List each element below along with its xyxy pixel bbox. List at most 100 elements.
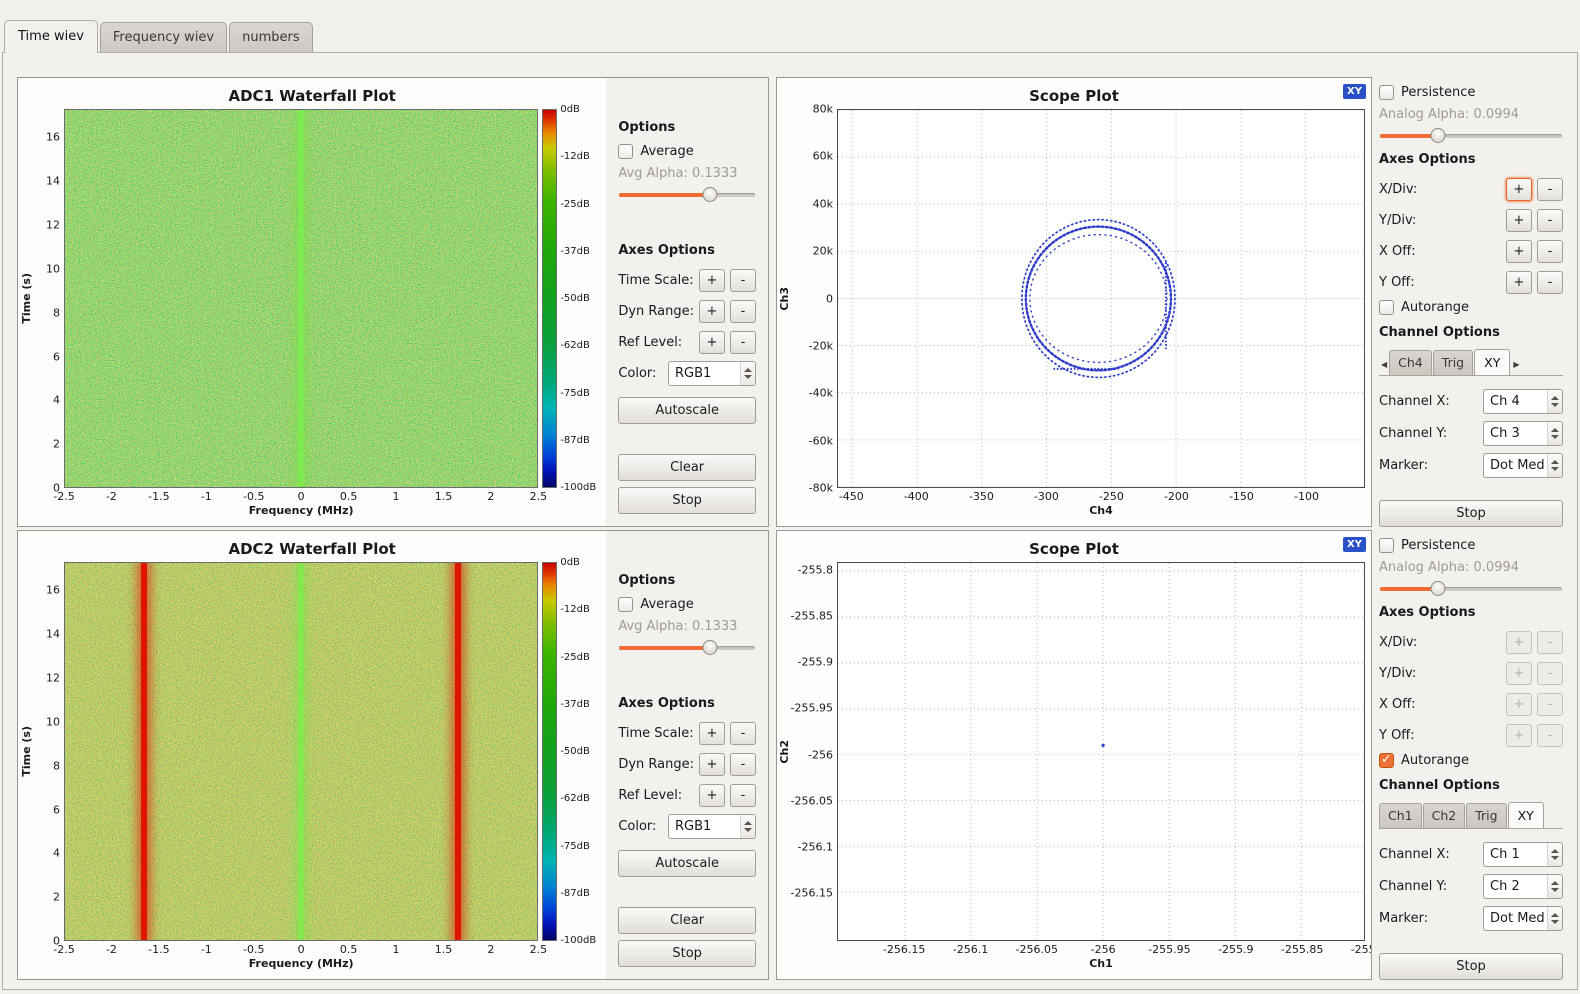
color-spinbox[interactable]: RGB1 <box>668 814 756 839</box>
ref-level-increase-button[interactable]: + <box>699 331 725 354</box>
ref-level-decrease-button[interactable]: - <box>730 784 756 807</box>
spin-down-icon[interactable] <box>1551 920 1559 924</box>
channel-x-spinbox[interactable]: Ch 4 <box>1483 389 1563 414</box>
channel-y-spinbox[interactable]: Ch 3 <box>1483 421 1563 446</box>
stop-button[interactable]: Stop <box>1379 500 1563 527</box>
avg-alpha-slider[interactable] <box>619 640 755 656</box>
spin-down-icon[interactable] <box>744 828 752 832</box>
spin-arrows[interactable] <box>1547 454 1562 477</box>
dyn-range-increase-button[interactable]: + <box>699 753 725 776</box>
spin-up-icon[interactable] <box>1551 396 1559 400</box>
slider-knob[interactable] <box>703 187 718 202</box>
slider-knob[interactable] <box>703 640 718 655</box>
tab-frequency-view[interactable]: Frequency wiev <box>100 22 227 52</box>
y-div-decrease-button[interactable]: - <box>1537 209 1563 232</box>
x-div-increase-button[interactable]: + <box>1506 178 1532 201</box>
spin-down-icon[interactable] <box>1551 435 1559 439</box>
clear-button[interactable]: Clear <box>618 907 756 934</box>
time-scale-increase-button[interactable]: + <box>699 269 725 292</box>
avg-alpha-slider[interactable] <box>619 187 755 203</box>
spin-down-icon[interactable] <box>1551 856 1559 860</box>
y-div-increase-button[interactable]: + <box>1506 662 1532 685</box>
ref-level-decrease-button[interactable]: - <box>730 331 756 354</box>
tab-trig[interactable]: Trig <box>1433 350 1473 375</box>
persistence-checkbox[interactable] <box>1379 85 1394 100</box>
spin-up-icon[interactable] <box>1551 913 1559 917</box>
x-div-increase-button[interactable]: + <box>1506 631 1532 654</box>
y-div-decrease-button[interactable]: - <box>1537 662 1563 685</box>
x-off-decrease-button[interactable]: - <box>1537 693 1563 716</box>
spin-arrows[interactable] <box>740 362 755 385</box>
spin-down-icon[interactable] <box>1551 888 1559 892</box>
tab-trig[interactable]: Trig <box>1466 803 1506 828</box>
persistence-checkbox[interactable] <box>1379 538 1394 553</box>
channel-y-spinbox[interactable]: Ch 2 <box>1483 874 1563 899</box>
time-scale-increase-button[interactable]: + <box>699 722 725 745</box>
spin-up-icon[interactable] <box>1551 849 1559 853</box>
scope-display[interactable] <box>837 109 1365 488</box>
x-div-decrease-button[interactable]: - <box>1537 178 1563 201</box>
ref-level-increase-button[interactable]: + <box>699 784 725 807</box>
spin-up-icon[interactable] <box>1551 881 1559 885</box>
y-off-increase-button[interactable]: + <box>1506 271 1532 294</box>
tab-ch4[interactable]: Ch4 <box>1389 350 1432 375</box>
dyn-range-decrease-button[interactable]: - <box>730 300 756 323</box>
analog-alpha-slider[interactable] <box>1380 128 1562 144</box>
time-scale-decrease-button[interactable]: - <box>730 269 756 292</box>
stop-button[interactable]: Stop <box>1379 953 1563 980</box>
autoscale-button[interactable]: Autoscale <box>618 397 756 424</box>
spin-arrows[interactable] <box>740 815 755 838</box>
autoscale-button[interactable]: Autoscale <box>618 850 756 877</box>
tab-ch1[interactable]: Ch1 <box>1379 803 1422 828</box>
x-off-increase-button[interactable]: + <box>1506 240 1532 263</box>
clear-button[interactable]: Clear <box>618 454 756 481</box>
spin-down-icon[interactable] <box>744 375 752 379</box>
marker-spinbox[interactable]: Dot Med <box>1483 453 1563 478</box>
average-row[interactable]: Average <box>618 144 756 159</box>
dyn-range-increase-button[interactable]: + <box>699 300 725 323</box>
average-checkbox[interactable] <box>618 144 633 159</box>
slider-knob[interactable] <box>1431 128 1446 143</box>
tab-ch2[interactable]: Ch2 <box>1423 803 1466 828</box>
spin-arrows[interactable] <box>1547 907 1562 930</box>
tab-time-view[interactable]: Time wiev <box>4 20 98 53</box>
tabs-scroll-right-icon[interactable]: ▶ <box>1511 360 1521 375</box>
channel-x-spinbox[interactable]: Ch 1 <box>1483 842 1563 867</box>
tab-numbers[interactable]: numbers <box>229 22 313 52</box>
average-checkbox[interactable] <box>618 597 633 612</box>
scope-display[interactable] <box>837 562 1365 941</box>
dyn-range-decrease-button[interactable]: - <box>730 753 756 776</box>
tab-xy[interactable]: XY <box>1508 802 1544 829</box>
analog-alpha-slider[interactable] <box>1380 581 1562 597</box>
color-spinbox[interactable]: RGB1 <box>668 361 756 386</box>
spin-up-icon[interactable] <box>744 368 752 372</box>
spin-up-icon[interactable] <box>744 821 752 825</box>
autorange-row[interactable]: Autorange <box>1379 753 1563 768</box>
tab-xy[interactable]: XY <box>1474 349 1510 376</box>
autorange-row[interactable]: Autorange <box>1379 300 1563 315</box>
spin-arrows[interactable] <box>1547 390 1562 413</box>
tabs-scroll-left-icon[interactable]: ◀ <box>1379 360 1389 375</box>
spin-arrows[interactable] <box>1547 875 1562 898</box>
x-off-decrease-button[interactable]: - <box>1537 240 1563 263</box>
y-off-decrease-button[interactable]: - <box>1537 271 1563 294</box>
autorange-checkbox[interactable] <box>1379 300 1394 315</box>
stop-button[interactable]: Stop <box>618 940 756 967</box>
x-div-decrease-button[interactable]: - <box>1537 631 1563 654</box>
y-off-increase-button[interactable]: + <box>1506 724 1532 747</box>
slider-knob[interactable] <box>1431 581 1446 596</box>
persistence-row[interactable]: Persistence <box>1379 538 1563 553</box>
adc2-waterfall-display[interactable] <box>64 562 538 941</box>
spin-down-icon[interactable] <box>1551 403 1559 407</box>
persistence-row[interactable]: Persistence <box>1379 85 1563 100</box>
adc1-waterfall-display[interactable] <box>64 109 538 488</box>
x-off-increase-button[interactable]: + <box>1506 693 1532 716</box>
spin-down-icon[interactable] <box>1551 467 1559 471</box>
spin-up-icon[interactable] <box>1551 428 1559 432</box>
y-div-increase-button[interactable]: + <box>1506 209 1532 232</box>
autorange-checkbox[interactable] <box>1379 753 1394 768</box>
marker-spinbox[interactable]: Dot Med <box>1483 906 1563 931</box>
spin-arrows[interactable] <box>1547 843 1562 866</box>
spin-arrows[interactable] <box>1547 422 1562 445</box>
time-scale-decrease-button[interactable]: - <box>730 722 756 745</box>
